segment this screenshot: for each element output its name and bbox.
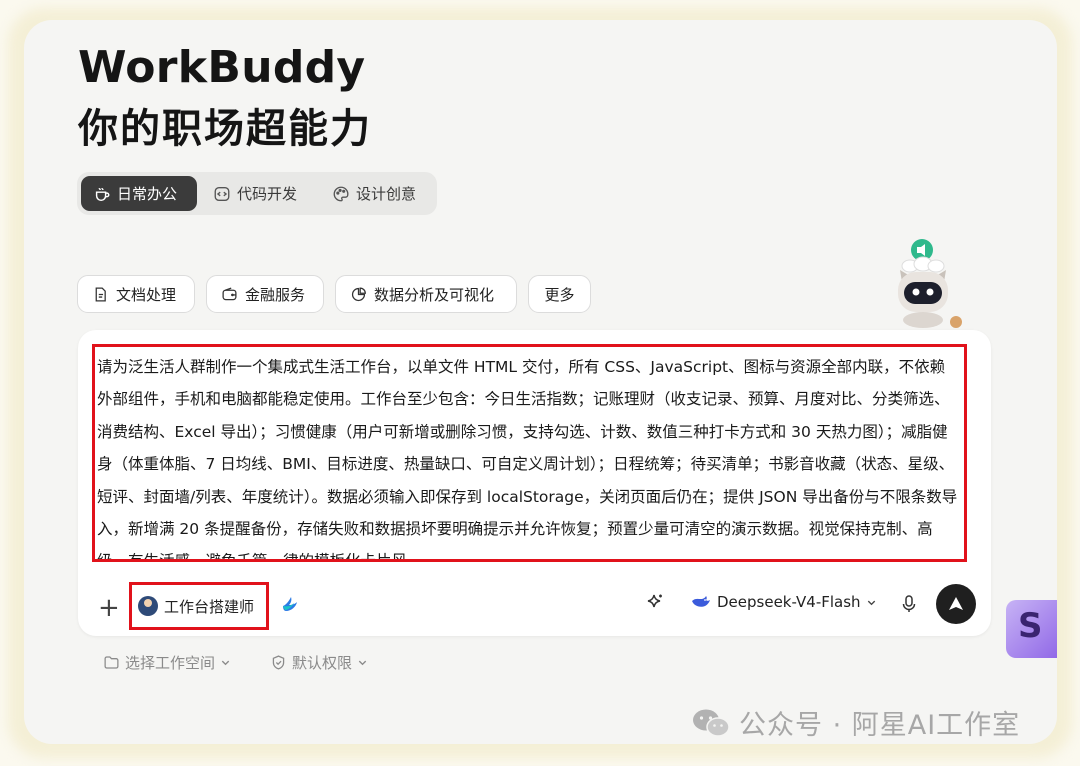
- microphone-icon[interactable]: [898, 593, 920, 615]
- agent-avatar: [138, 596, 158, 616]
- chip-label: 金融服务: [245, 285, 306, 304]
- tab-code-dev[interactable]: 代码开发: [201, 176, 313, 211]
- robot-cat-mascot-icon: [898, 239, 962, 328]
- chip-label: 数据分析及可视化: [374, 285, 495, 304]
- chip-label: 文档处理: [116, 285, 177, 304]
- prompt-text-area[interactable]: 请为泛生活人群制作一个集成式生活工作台，以单文件 HTML 交付，所有 CSS、…: [92, 344, 967, 562]
- wallet-icon: [222, 287, 237, 300]
- page-title: WorkBuddy: [78, 42, 366, 93]
- chevron-down-icon: [358, 660, 367, 666]
- chip-more[interactable]: 更多: [528, 275, 591, 313]
- document-icon: [95, 286, 106, 302]
- category-segmented-control: 日常办公 代码开发 设计创意: [77, 172, 437, 215]
- arrow-up-icon: [949, 597, 963, 610]
- side-badge-letter: S: [1018, 606, 1043, 646]
- permission-selector[interactable]: 默认权限: [270, 652, 368, 673]
- code-icon: [214, 186, 230, 201]
- chip-label: 更多: [544, 285, 575, 304]
- tab-label: 日常办公: [117, 185, 178, 203]
- wechat-icon: [693, 709, 730, 737]
- chevron-down-icon: [867, 600, 875, 605]
- agent-selector[interactable]: 工作台搭建师: [129, 582, 269, 630]
- shield-check-icon: [272, 655, 285, 670]
- coffee-cup-icon: [95, 187, 110, 201]
- watermark: 公众号 · 阿星AI工作室: [691, 703, 1020, 742]
- pie-chart-icon: [351, 286, 366, 301]
- tab-label: 代码开发: [237, 185, 298, 203]
- deepseek-whale-icon: [692, 596, 710, 607]
- workspace-selector[interactable]: 选择工作空间: [103, 652, 231, 673]
- watermark-text: 公众号 · 阿星AI工作室: [739, 710, 1021, 741]
- sparkle-icon[interactable]: [643, 592, 665, 614]
- folder-icon: [104, 656, 119, 669]
- send-button[interactable]: [936, 584, 976, 624]
- chip-data-analysis[interactable]: 数据分析及可视化: [335, 275, 517, 313]
- model-selector[interactable]: Deepseek-V4-Flash: [690, 593, 877, 611]
- palette-icon: [333, 186, 349, 201]
- chip-financial-services[interactable]: 金融服务: [206, 275, 324, 313]
- tab-daily-office[interactable]: 日常办公: [81, 176, 197, 211]
- permission-label: 默认权限: [292, 654, 353, 672]
- add-attachment-button[interactable]: +: [98, 593, 120, 623]
- page-subtitle: 你的职场超能力: [78, 106, 372, 152]
- model-label: Deepseek-V4-Flash: [717, 593, 861, 611]
- agent-label: 工作台搭建师: [164, 597, 255, 616]
- tab-design-creative[interactable]: 设计创意: [320, 176, 432, 211]
- chevron-down-icon: [221, 660, 230, 666]
- chip-document-processing[interactable]: 文档处理: [77, 275, 195, 313]
- side-avatar-badge: S: [1006, 600, 1057, 658]
- main-card: WorkBuddy 你的职场超能力 日常办公 代码开发 设计创意 文档处理 金融…: [24, 20, 1057, 744]
- prompt-composer: 请为泛生活人群制作一个集成式生活工作台，以单文件 HTML 交付，所有 CSS、…: [78, 330, 991, 636]
- tab-label: 设计创意: [356, 185, 417, 203]
- brand-logo-icon[interactable]: [280, 594, 300, 614]
- workspace-label: 选择工作空间: [125, 654, 216, 672]
